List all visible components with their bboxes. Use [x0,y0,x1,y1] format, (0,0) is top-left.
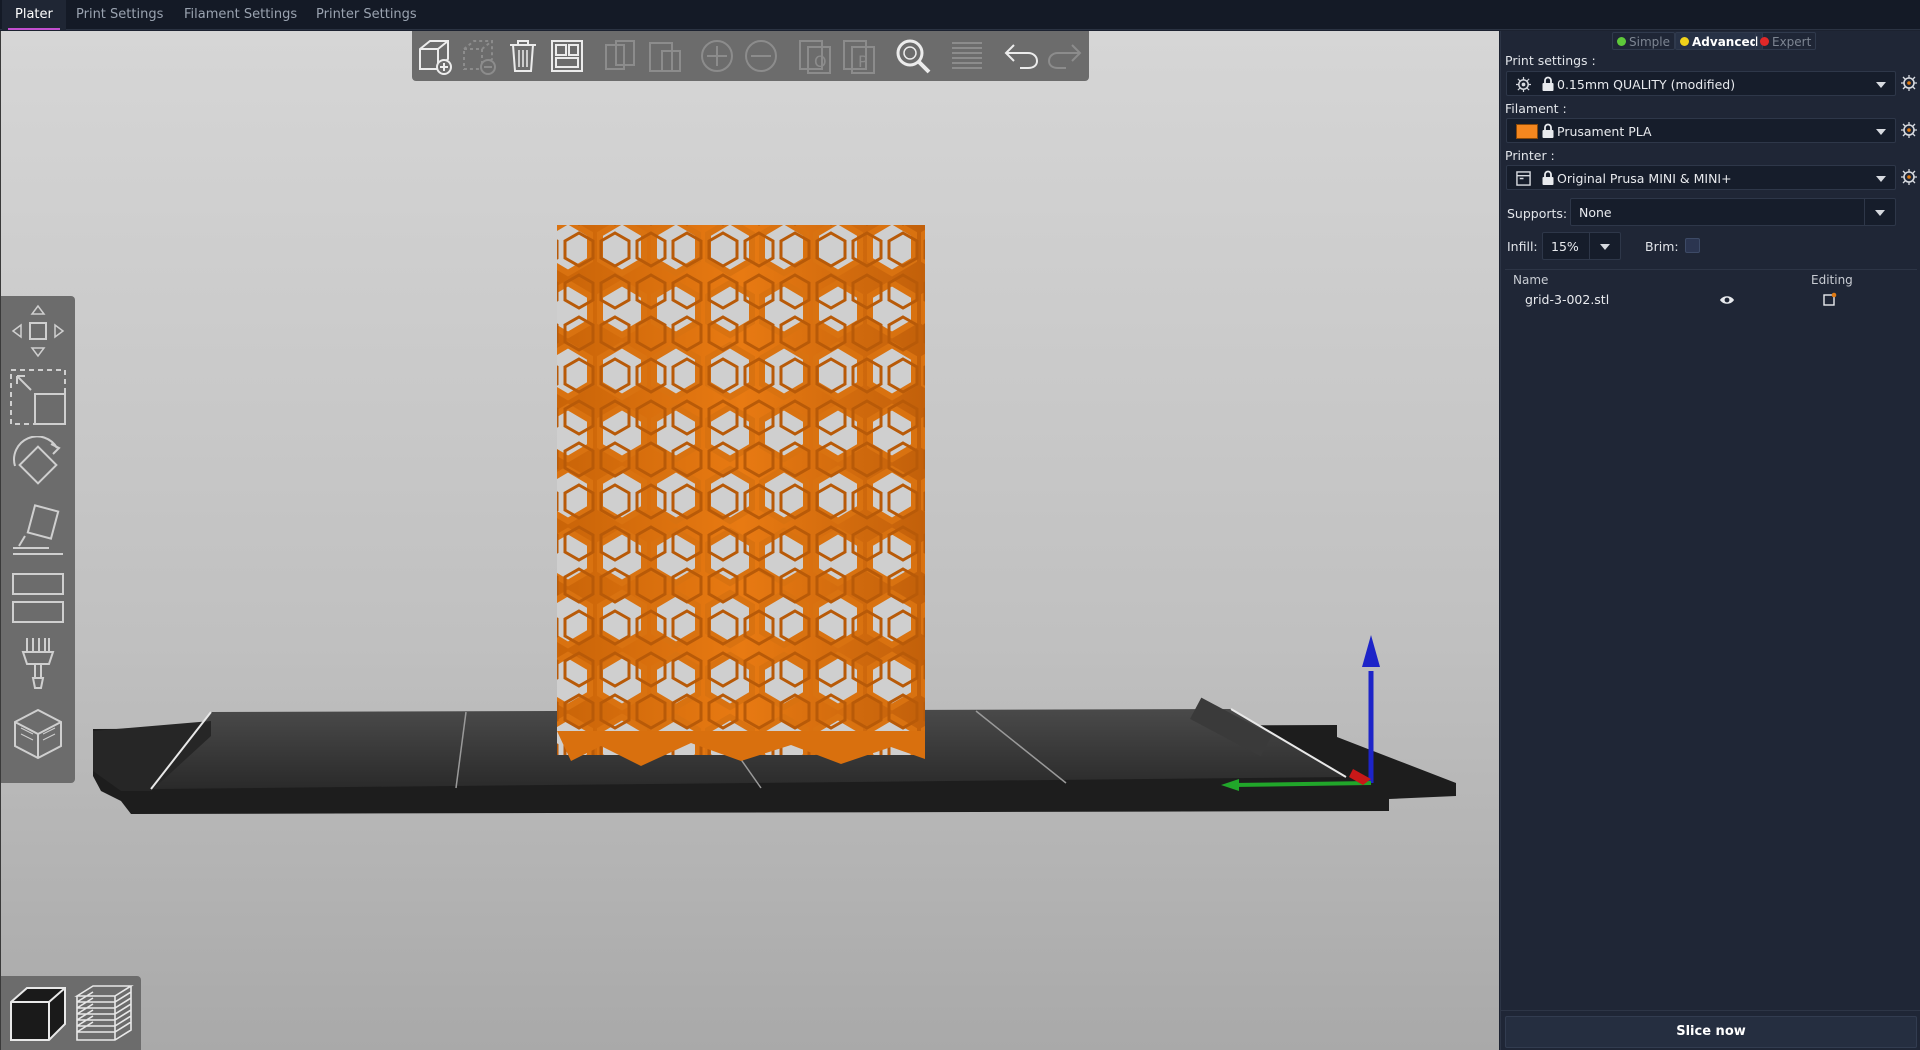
chevron-down-icon [1875,210,1885,216]
brim-label: Brim: [1645,239,1679,254]
filament-label: Filament : [1505,101,1567,116]
paint-supports-icon[interactable] [9,634,67,692]
combo-divider [1864,199,1865,225]
gear-icon [1516,77,1531,92]
3d-scene[interactable] [1,31,1499,1050]
undo-icon[interactable] [1002,37,1040,75]
mode-selector: Simple Advanced Expert [1501,31,1920,51]
mode-advanced-label: Advanced [1692,35,1759,49]
simple-dot-icon [1617,37,1626,46]
add-instance-icon[interactable] [698,37,736,75]
supports-value: None [1579,205,1612,220]
view-toggle [1,976,141,1050]
3d-view-icon[interactable] [7,982,69,1044]
infill-value: 15% [1551,239,1579,254]
mode-simple[interactable]: Simple [1612,32,1675,50]
place-on-face-icon[interactable] [9,502,67,560]
svg-text:P: P [858,52,868,71]
object-list-col-name[interactable]: Name [1513,273,1548,287]
printer-value: Original Prusa MINI & MINI+ [1557,171,1732,186]
tab-printer-settings[interactable]: Printer Settings [303,0,430,30]
print-settings-combo[interactable]: 0.15mm QUALITY (modified) [1506,71,1896,96]
arrange-icon[interactable] [548,37,586,75]
paste-icon[interactable] [646,37,684,75]
sidebar: Simple Advanced Expert Print settings : … [1500,31,1920,1050]
infill-combo[interactable]: 15% [1542,232,1621,260]
lock-icon [1542,170,1554,185]
rotate-icon[interactable] [9,436,67,494]
slice-area: Slice now [1501,1010,1920,1050]
expert-dot-icon [1760,37,1769,46]
mode-expert-label: Expert [1772,35,1812,49]
app-window: Plater Print Settings Filament Settings … [0,0,1920,1050]
tab-print-settings[interactable]: Print Settings [63,0,176,30]
tab-filament-settings[interactable]: Filament Settings [171,0,310,30]
infill-label: Infill: [1507,239,1538,254]
chevron-down-icon [1600,244,1610,250]
delete-all-icon[interactable] [504,37,542,75]
object-name[interactable]: grid-3-002.stl [1525,292,1609,307]
tab-bar: Plater Print Settings Filament Settings … [0,0,1920,30]
chevron-down-icon [1876,129,1886,135]
copy-icon[interactable] [602,37,640,75]
edit-settings-icon[interactable] [1823,292,1837,306]
gizmo-toolbar [1,296,75,783]
split-to-objects-icon[interactable]: O [796,37,834,75]
lock-icon [1542,76,1554,91]
mode-advanced[interactable]: Advanced [1675,32,1764,50]
object-list-row[interactable]: grid-3-002.stl [1505,289,1917,311]
mode-expert[interactable]: Expert [1755,32,1817,50]
add-icon[interactable] [416,37,454,75]
brim-checkbox[interactable] [1685,238,1700,253]
filament-edit-gear-icon[interactable] [1901,122,1917,138]
eye-icon[interactable] [1719,294,1735,306]
supports-label: Supports: [1507,206,1568,221]
delete-icon[interactable] [460,37,498,75]
slice-now-button[interactable]: Slice now [1505,1016,1917,1048]
search-icon[interactable] [894,37,932,75]
mode-simple-label: Simple [1629,35,1670,49]
redo-icon[interactable] [1046,37,1084,75]
3d-viewport[interactable]: O P [0,31,1499,1050]
combo-divider [1589,233,1590,259]
lock-icon [1542,123,1554,138]
printer-label: Printer : [1505,148,1555,163]
print-settings-value: 0.15mm QUALITY (modified) [1557,77,1736,92]
filament-color-swatch[interactable] [1516,124,1538,139]
preview-layers-icon[interactable] [73,982,135,1044]
printer-icon [1516,171,1531,186]
filament-combo[interactable]: Prusament PLA [1506,118,1896,143]
remove-instance-icon[interactable] [742,37,780,75]
supports-combo[interactable]: None [1570,198,1896,226]
chevron-down-icon [1876,176,1886,182]
chevron-down-icon [1876,82,1886,88]
split-to-parts-icon[interactable]: P [840,37,878,75]
cut-icon[interactable] [9,568,67,626]
print-settings-label: Print settings : [1505,53,1596,68]
printer-edit-gear-icon[interactable] [1901,169,1917,185]
scale-icon[interactable] [9,368,67,426]
filament-value: Prusament PLA [1557,124,1652,139]
layers-editing-icon[interactable] [948,37,986,75]
model-grid-3-002[interactable] [557,225,925,766]
advanced-dot-icon [1680,37,1689,46]
print-settings-edit-gear-icon[interactable] [1901,75,1917,91]
cube-view-icon[interactable] [9,704,67,762]
tab-plater[interactable]: Plater [2,0,66,30]
svg-text:O: O [814,52,827,71]
printer-combo[interactable]: Original Prusa MINI & MINI+ [1506,165,1896,190]
object-list-header: Name Editing [1505,269,1917,289]
move-icon[interactable] [9,302,67,360]
plater-toolbar: O P [412,31,1089,81]
object-list-col-editing[interactable]: Editing [1811,273,1853,287]
